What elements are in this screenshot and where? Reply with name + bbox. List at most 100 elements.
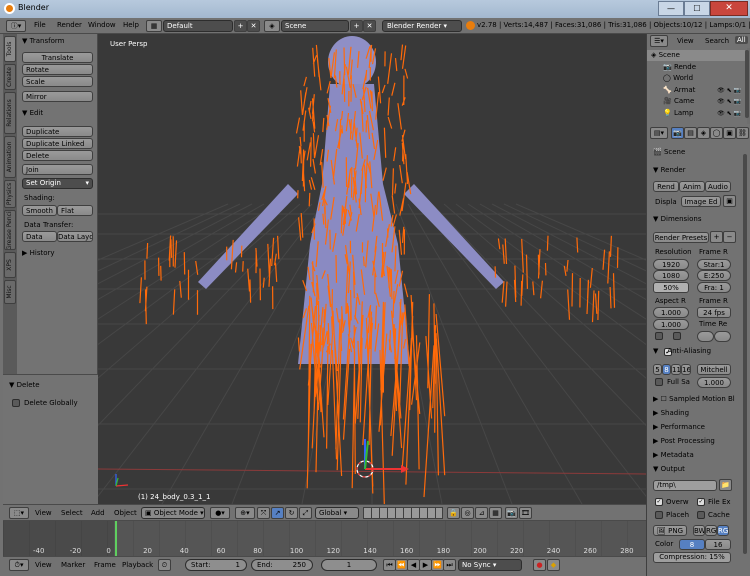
history-header[interactable]: ▶ History [22, 249, 55, 257]
menu-object[interactable]: Object [114, 509, 137, 517]
outliner-item[interactable]: 🎥 Came 👁 ⬉ 📷 [647, 96, 745, 107]
display-lock-icon[interactable]: ▣ [723, 195, 736, 207]
smooth-button[interactable]: Smooth [22, 205, 57, 216]
join-button[interactable]: Join [22, 164, 93, 175]
duplicate-button[interactable]: Duplicate [22, 126, 93, 137]
toolshelf-tab-xps[interactable]: XPS [4, 252, 16, 278]
full-sample-checkbox[interactable] [655, 378, 663, 386]
aa-filter-select[interactable]: Mitchell [697, 364, 731, 375]
end-frame-prop-field[interactable]: E:250 [697, 270, 731, 281]
menu-window[interactable]: Window [88, 21, 116, 29]
outliner-item[interactable]: 🦴 Armat 👁 ⬉ 📷 [647, 85, 745, 96]
dimensions-header[interactable]: ▼ Dimensions [653, 215, 701, 223]
compression-slider[interactable]: Compression: 15% [653, 552, 731, 563]
data-layout-button[interactable]: Data Layo [57, 231, 93, 242]
constraints-tab-icon[interactable]: ⛓ [736, 127, 749, 139]
anti-aliasing-header[interactable]: ▼ Anti-Aliasing [653, 347, 711, 355]
delete-button[interactable]: Delete [22, 150, 93, 161]
outliner-item[interactable]: 💡 Lamp 👁 ⬉ 📷 [647, 108, 745, 119]
end-frame-field[interactable]: End: 250 [251, 559, 313, 571]
render-panel-header[interactable]: ▼ Render [653, 166, 686, 174]
performance-header[interactable]: ▶ Performance [653, 423, 705, 431]
world-tab-icon[interactable]: ◯ [710, 127, 723, 139]
render-presets-select[interactable]: Render Presets [653, 232, 709, 243]
file-ext-checkbox[interactable]: ✓ [697, 498, 705, 506]
set-origin-select[interactable]: Set Origin ▾ [22, 178, 93, 189]
output-folder-icon[interactable]: 📁 [719, 479, 732, 491]
timeline-menu-frame[interactable]: Frame [94, 561, 116, 569]
snap-target-icon[interactable]: ▦ [489, 507, 502, 519]
opengl-anim-icon[interactable]: 🎞 [519, 507, 532, 519]
output-header[interactable]: ▼ Output [653, 465, 685, 473]
orientation-select[interactable]: Global ▾ [315, 507, 359, 519]
color-bw-button[interactable]: BW [693, 525, 705, 536]
render-button[interactable]: Rend [653, 181, 679, 192]
sync-select[interactable]: No Sync ▾ [458, 559, 522, 571]
maximize-button[interactable]: ☐ [684, 1, 710, 16]
outliner-item[interactable]: ◈ Scene [647, 50, 745, 61]
timeline[interactable]: -40 -20 0 20 40 60 80 100 120 140 160 180 200 220 240 2… [3, 520, 646, 557]
timeline-editor-icon[interactable]: ⏱▾ [9, 559, 29, 571]
layers-tab-icon[interactable]: ▤ [684, 127, 697, 139]
cache-checkbox[interactable] [697, 511, 705, 519]
visibility-eye-icon[interactable]: 👁 ⬉ 📷 [717, 108, 741, 119]
toolshelf-tab-grease-pencil[interactable]: Grease Pencil [4, 210, 16, 250]
minimize-button[interactable]: — [658, 1, 684, 16]
overwrite-checkbox[interactable]: ✓ [655, 498, 663, 506]
file-format-select[interactable]: 🖼 PNG [653, 525, 687, 536]
visibility-eye-icon[interactable]: 👁 ⬉ 📷 [717, 96, 741, 107]
layout-icon[interactable]: ▦ [146, 20, 162, 32]
aa-samples-8[interactable]: 8 [662, 364, 671, 375]
translate-manip-icon[interactable]: ↗ [271, 507, 284, 519]
post-processing-header[interactable]: ▶ Post Processing [653, 437, 715, 445]
operator-header[interactable]: ▼ Delete [9, 381, 40, 389]
editor-type-icon[interactable]: ⓘ▾ [6, 20, 26, 32]
mirror-button[interactable]: Mirror [22, 91, 93, 102]
scene-icon[interactable]: ◈ [264, 20, 280, 32]
aspect-y-field[interactable]: 1.000 [653, 319, 689, 330]
toolshelf-tab-misc[interactable]: Misc [4, 280, 16, 304]
depth-16-button[interactable]: 16 [705, 539, 731, 550]
snap-icon[interactable]: ⊿ [475, 507, 488, 519]
mode-select[interactable]: ▣ Object Mode ▾ [141, 507, 205, 519]
scale-button[interactable]: Scale [22, 76, 93, 87]
lock-layers-icon[interactable]: 🔒 [447, 507, 460, 519]
keying-set-icon[interactable]: ◆ [547, 559, 560, 571]
scene-add-icon[interactable]: + [350, 20, 363, 32]
audio-button[interactable]: Audio [705, 181, 731, 192]
sampled-motion-header[interactable]: ▶ ☐ Sampled Motion Bl [653, 395, 735, 403]
delete-globally-checkbox[interactable] [12, 399, 20, 407]
menu-file[interactable]: File [34, 21, 46, 29]
preset-remove-icon[interactable]: − [723, 231, 736, 243]
timeline-menu-playback[interactable]: Playback [122, 561, 153, 569]
timeline-menu-marker[interactable]: Marker [61, 561, 85, 569]
resolution-percent-slider[interactable]: 50% [653, 282, 689, 293]
color-rgb-button[interactable]: RG [705, 525, 717, 536]
proportional-edit-icon[interactable]: ◎ [461, 507, 474, 519]
start-frame-prop-field[interactable]: Star:1 [697, 259, 731, 270]
3d-viewport[interactable]: User Persp (1) 24_body_0.3_1_1 [98, 34, 646, 504]
close-button[interactable]: ✕ [710, 1, 748, 16]
jump-end-icon[interactable]: ⏭ [443, 559, 456, 571]
menu-add[interactable]: Add [91, 509, 105, 517]
object-tab-icon[interactable]: ▣ [723, 127, 736, 139]
outliner-item[interactable]: 📷 Rende [647, 62, 745, 73]
timeline-menu-view[interactable]: View [35, 561, 52, 569]
resolution-y-field[interactable]: 1080 [653, 270, 689, 281]
frame-step-field[interactable]: Fra: 1 [697, 282, 731, 293]
viewport-shading-icon[interactable]: ●▾ [210, 507, 230, 519]
outliner-view-menu[interactable]: View [677, 37, 694, 45]
scene-remove-icon[interactable]: ✕ [363, 20, 376, 32]
properties-scrollbar[interactable] [743, 154, 747, 554]
shading-header[interactable]: ▶ Shading [653, 409, 689, 417]
outliner-editor-icon[interactable]: ☰▾ [650, 35, 668, 47]
menu-view[interactable]: View [35, 509, 52, 517]
current-frame-field[interactable]: 1 [321, 559, 377, 571]
properties-editor-icon[interactable]: ▤▾ [650, 127, 668, 139]
visibility-eye-icon[interactable]: 👁 ⬉ 📷 [717, 85, 741, 96]
crop-checkbox[interactable] [673, 332, 681, 340]
layout-add-icon[interactable]: + [234, 20, 247, 32]
display-select[interactable]: Image Ed [681, 196, 721, 207]
layers-grid[interactable] [363, 507, 443, 519]
opengl-render-icon[interactable]: 📷 [505, 507, 518, 519]
